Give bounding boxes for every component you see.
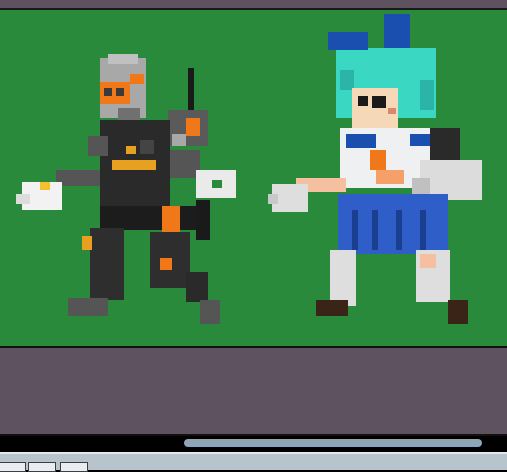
toolbar-slot-3[interactable] (60, 462, 88, 472)
armored-fighter-sprite (16, 54, 236, 324)
sailor-fighter-sprite (268, 14, 482, 324)
stage-svg (16, 14, 482, 324)
toolbar-slot-2[interactable] (28, 462, 56, 472)
horizontal-scrollbar-track[interactable] (0, 436, 507, 452)
dialog-panel (0, 348, 507, 436)
bottom-toolbar (0, 452, 507, 472)
game-stage (0, 10, 507, 348)
horizontal-scrollbar-thumb[interactable] (184, 439, 482, 447)
toolbar-slot-1[interactable] (0, 462, 26, 472)
top-frame-bar (0, 0, 507, 10)
